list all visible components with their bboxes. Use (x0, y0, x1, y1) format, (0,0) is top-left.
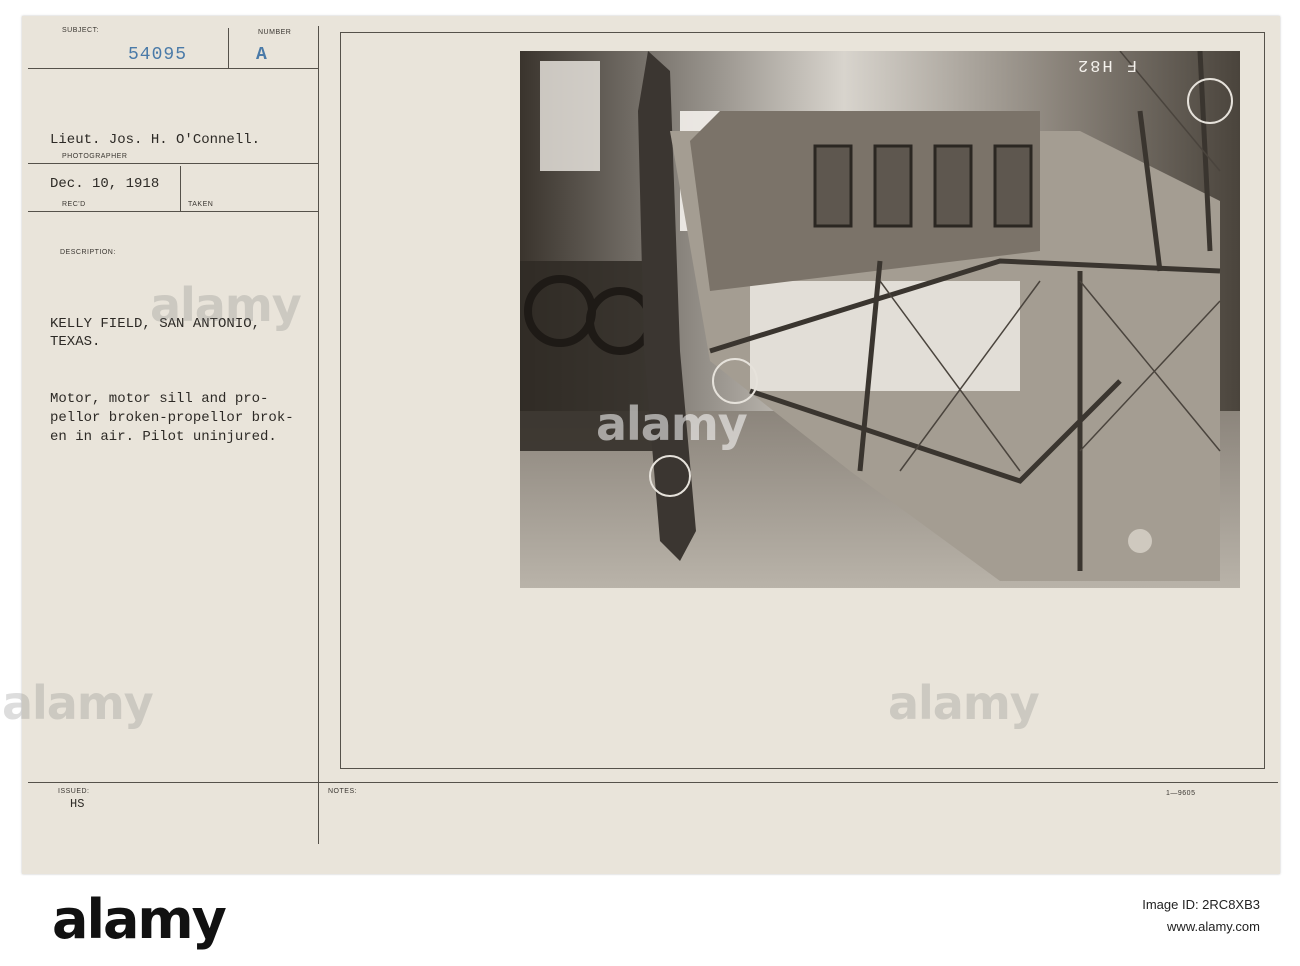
negative-mark: F H82 (1076, 55, 1138, 74)
watermark-card-top: alamy (150, 278, 302, 332)
image-id: Image ID: 2RC8XB3 (1142, 897, 1260, 912)
taken-label: TAKEN (188, 201, 214, 208)
subject-number: 54095 (128, 45, 188, 65)
number-label: NUMBER (258, 29, 292, 36)
watermark-card-bottom-right: alamy (888, 676, 1040, 730)
watermark-card-bottom-left: alamy (2, 676, 154, 730)
received-label: REC'D (62, 201, 86, 208)
photographer-label: PHOTOGRAPHER (62, 153, 128, 160)
site-url[interactable]: www.alamy.com (740, 916, 1260, 938)
description-line-2: pellor broken-propellor brok- (50, 410, 294, 426)
stock-footer: alamy Image ID: 2RC8XB3 www.alamy.com (0, 876, 1300, 966)
watermark-photo: alamy (596, 397, 748, 451)
notes-label: NOTES: (328, 788, 358, 795)
photographer-name: Lieut. Jos. H. O'Connell. (50, 132, 261, 148)
description-label: DESCRIPTION: (60, 249, 116, 256)
photo-frame-top (340, 32, 1264, 33)
footer-logo: alamy (52, 888, 227, 951)
number-value: A (256, 45, 268, 65)
form-number: 1—9605 (1166, 790, 1196, 797)
description-line-1: Motor, motor sill and pro- (50, 391, 269, 407)
engine-photo-illustration (520, 51, 1240, 588)
subject-number-divider (228, 28, 229, 68)
received-date: Dec. 10, 1918 (50, 176, 160, 192)
description-line-3: en in air. Pilot uninjured. (50, 429, 277, 445)
footer-meta: Image ID: 2RC8XB3 www.alamy.com (740, 894, 1260, 938)
photo-frame-bottom (340, 768, 1265, 769)
left-column-divider (318, 26, 319, 844)
aircraft-engine-photo: alamy F H82 (520, 51, 1240, 588)
photographer-rule (28, 163, 318, 164)
bottom-rule (28, 782, 1278, 783)
date-taken-divider (180, 166, 181, 211)
issued-value: HS (70, 797, 85, 811)
subject-rule (28, 68, 318, 69)
location-line-2: TEXAS. (50, 334, 101, 350)
photo-frame-left (340, 32, 341, 768)
subject-label: SUBJECT: (62, 27, 100, 34)
photo-frame-right (1264, 32, 1265, 768)
date-rule (28, 211, 318, 212)
